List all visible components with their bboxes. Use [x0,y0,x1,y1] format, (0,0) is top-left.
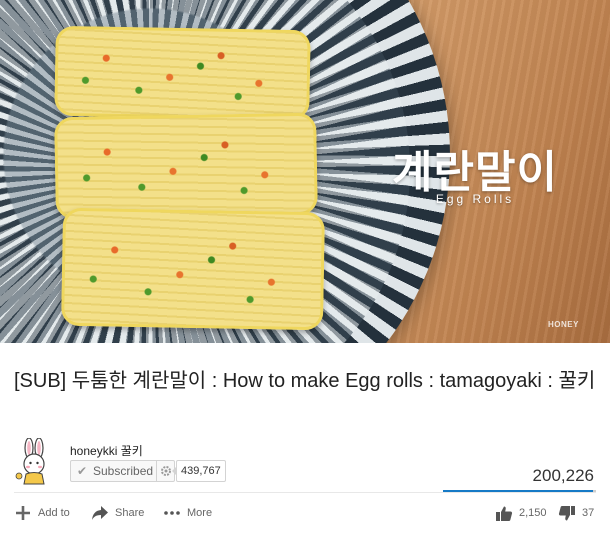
add-to-button[interactable]: Add to [14,503,70,523]
more-label: More [187,507,213,519]
egg-roll-slice [54,112,318,220]
subscribed-label: Subscribed [93,464,154,478]
channel-avatar[interactable] [14,438,54,486]
divider [14,492,596,493]
more-dots-icon [164,511,180,515]
video-overlay-title: 계란말이 [392,147,558,198]
dislike-count: 37 [582,507,595,519]
like-count: 2,150 [519,507,547,519]
share-button[interactable]: Share [91,503,144,523]
plus-icon [16,506,30,520]
egg-roll-slice [60,207,326,331]
more-button[interactable]: More [163,503,212,523]
video-title: [SUB] 두툼한 계란말이 : How to make Egg rolls :… [14,370,596,392]
video-overlay-subtitle: Egg Rolls [435,192,515,206]
dislike-button[interactable]: 37 [558,503,594,523]
view-count: 200,226 [532,466,594,485]
add-to-label: Add to [38,507,70,519]
check-icon: ✔ [76,464,88,478]
video-player[interactable]: 계란말이 Egg Rolls HONEY [0,0,610,343]
like-button[interactable]: 2,150 [495,503,547,523]
thumbs-up-icon [496,506,513,521]
subscriber-count: 439,767 [172,460,226,482]
video-watermark: HONEY [548,320,579,329]
channel-name[interactable]: honeykki 꿀키 [70,442,143,459]
thumbs-down-icon [558,505,575,520]
share-arrow-icon [92,506,108,520]
subscribed-button[interactable]: ✔ Subscribed [70,460,175,482]
egg-roll-slice [54,25,311,121]
share-label: Share [115,507,145,519]
